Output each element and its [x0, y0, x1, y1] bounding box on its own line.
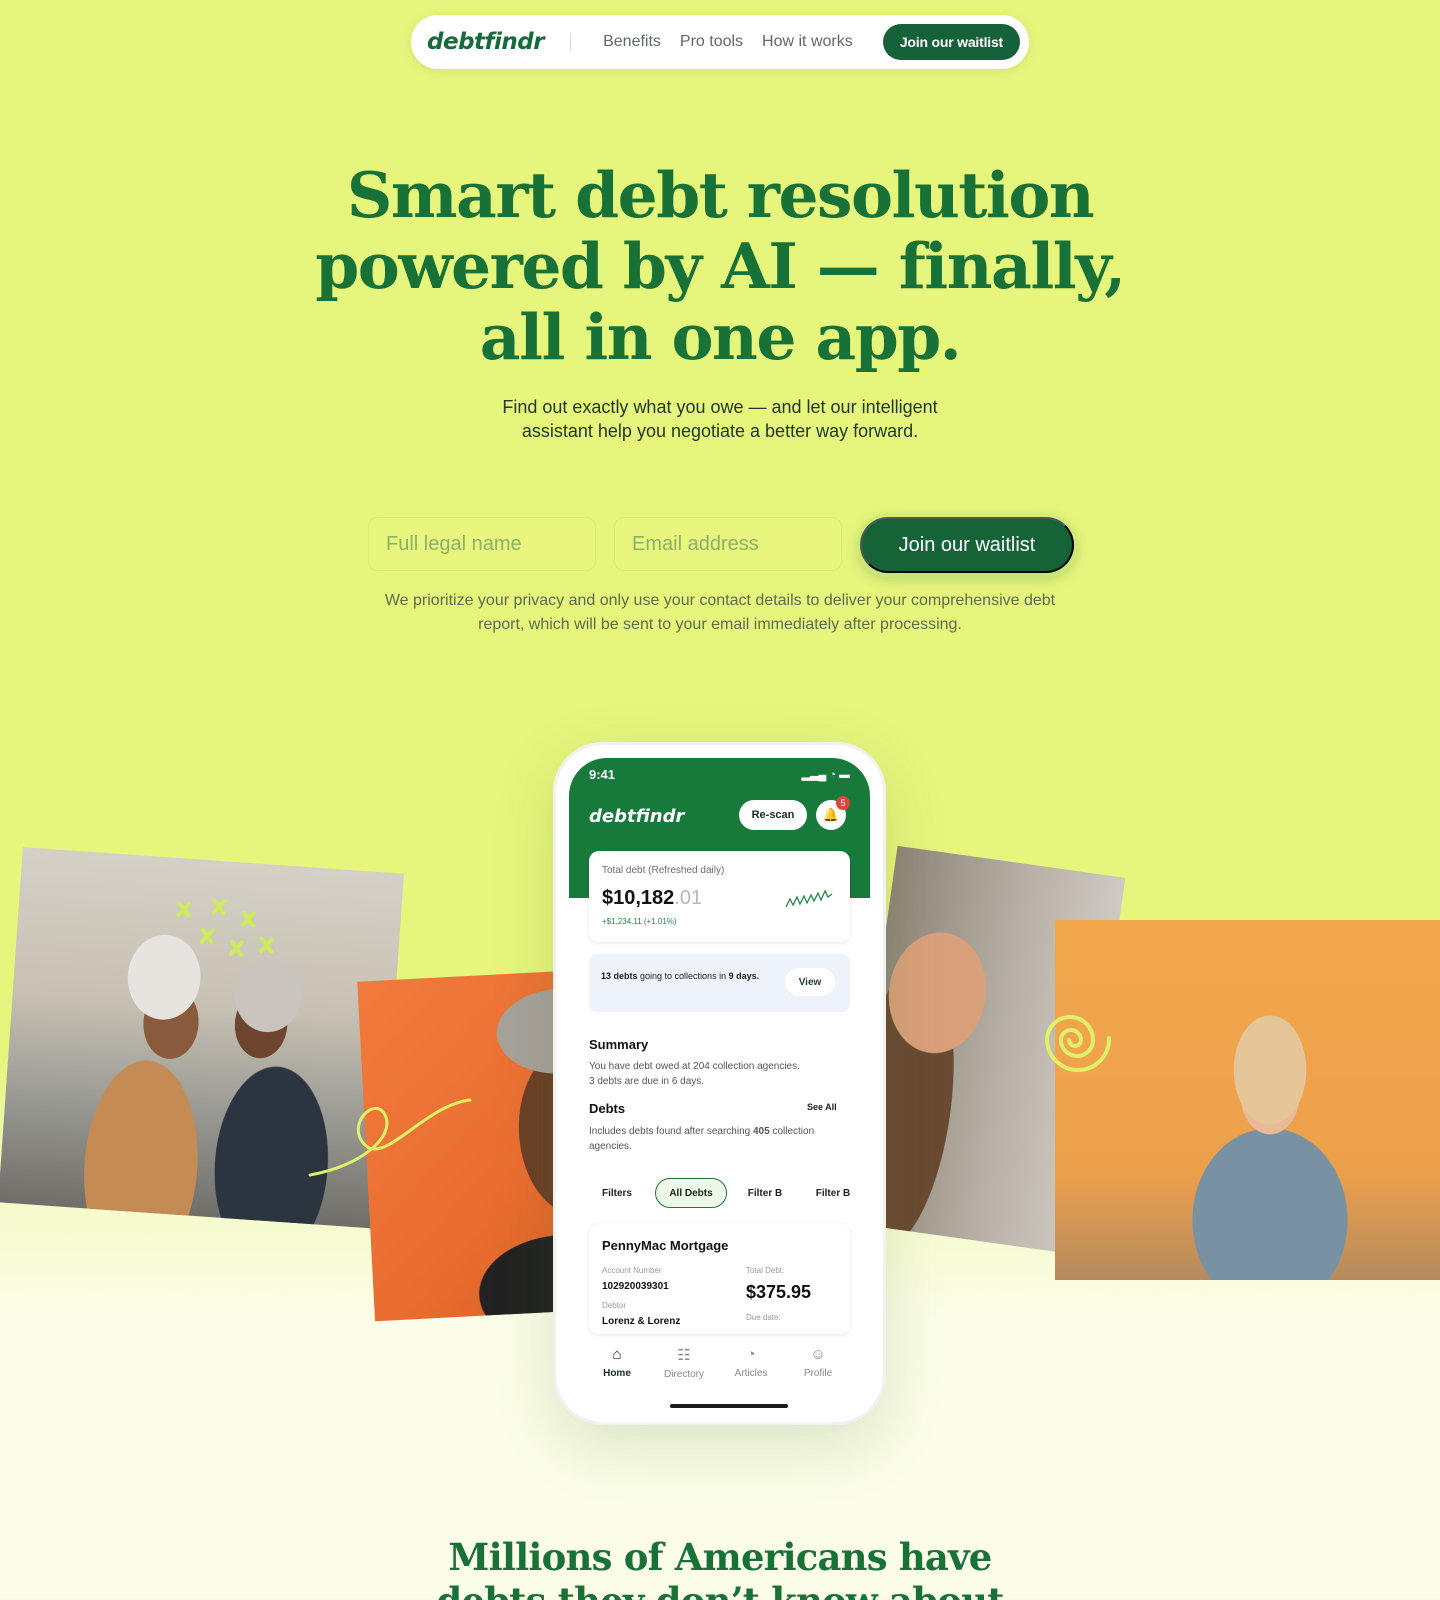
hero-subtitle: Find out exactly what you owe — and let … — [420, 395, 1020, 443]
nav-link-pro-tools[interactable]: Pro tools — [680, 33, 743, 51]
sparkline-icon — [785, 889, 833, 908]
privacy-note: We prioritize your privacy and only use … — [360, 589, 1080, 637]
app-logo: debtfindr — [589, 806, 685, 827]
rescan-button[interactable]: Re-scan — [739, 800, 807, 830]
section-title-line: Millions of Americans have — [448, 1535, 992, 1579]
phone-screen: 9:41 ▂▃▄ ◔ ▬ debtfindr Re-scan 🔔 5 Total… — [569, 758, 870, 1409]
privacy-note-line: We prioritize your privacy and only use … — [384, 592, 1056, 609]
account-number: 102920039301 — [602, 1281, 669, 1292]
tab-label: Articles — [734, 1368, 768, 1379]
debts-text-num: 405 — [753, 1126, 770, 1137]
total-debt-amount: $10,182.01 — [602, 887, 702, 910]
status-time: 9:41 — [589, 767, 616, 782]
nav-link-how-it-works[interactable]: How it works — [762, 33, 853, 51]
total-debt-label: Total debt (Refreshed daily) — [602, 865, 725, 876]
tab-label: Home — [603, 1368, 631, 1379]
join-waitlist-button[interactable]: Join our waitlist — [860, 517, 1074, 573]
hero-title: Smart debt resolution powered by AI — fi… — [270, 160, 1170, 373]
mortgage-name: PennyMac Mortgage — [602, 1238, 729, 1253]
nav-link-benefits[interactable]: Benefits — [603, 33, 661, 51]
total-debt-change: +$1,234.11 (+1.01%) — [602, 917, 677, 926]
person-icon: ☺ — [810, 1346, 826, 1363]
alert-days: 9 days. — [728, 971, 760, 981]
debtor-label: Debtor — [602, 1301, 627, 1310]
hero-title-line: Smart debt resolution — [346, 158, 1095, 232]
debtor-name: Lorenz & Lorenz — [602, 1316, 681, 1327]
tab-label: Directory — [663, 1369, 704, 1380]
alert-bold: 13 debts — [601, 971, 638, 981]
sparkle-doodle-icon — [176, 898, 275, 957]
tab-home[interactable]: ⌂ Home — [587, 1346, 647, 1379]
pie-icon: ◔ — [746, 1346, 756, 1363]
filters-chip[interactable]: Filters — [589, 1178, 645, 1208]
summary-title: Summary — [589, 1037, 649, 1052]
debts-text-pre: Includes debts found after searching — [589, 1126, 753, 1137]
debts-text: Includes debts found after searching 405… — [589, 1124, 849, 1154]
filter-b-chip[interactable]: Filter B — [737, 1178, 793, 1208]
filter-b-chip-2[interactable]: Filter B — [803, 1178, 863, 1208]
nav-divider — [570, 33, 572, 51]
total-debt-cents: .01 — [674, 887, 703, 909]
photo-woman-with-phone — [1055, 920, 1440, 1280]
full-name-input[interactable]: Full legal name — [368, 517, 596, 571]
due-date-label: Due date: — [746, 1313, 781, 1322]
photo-elderly-couple — [0, 847, 404, 1229]
status-bar-icon: ▂▃▄ ◔ ▬ — [801, 769, 850, 781]
summary-line: 3 debts are due in 6 days. — [589, 1076, 705, 1087]
home-indicator — [670, 1404, 788, 1408]
hero-subtitle-line: Find out exactly what you owe — and let … — [502, 397, 938, 417]
debts-title: Debts — [589, 1101, 626, 1116]
collections-alert: 13 debts going to collections in 9 days.… — [589, 954, 850, 1012]
mortgage-card[interactable]: PennyMac Mortgage Account Number 1029200… — [589, 1224, 850, 1334]
mortgage-total: $375.95 — [746, 1282, 812, 1302]
total-debt-dollars: $10,182 — [602, 887, 675, 909]
account-number-label: Account Number — [602, 1266, 662, 1275]
tab-bar: ⌂ Home ☷ Directory ◔ Articles ☺ Profile — [569, 1338, 870, 1409]
hero-title-line: powered by AI — finally, — [315, 229, 1126, 303]
tab-directory[interactable]: ☷ Directory — [654, 1346, 714, 1380]
all-debts-chip[interactable]: All Debts — [655, 1178, 727, 1208]
collections-alert-text: 13 debts going to collections in 9 days. — [601, 970, 761, 983]
section-title: Millions of Americans have debts they do… — [370, 1535, 1070, 1600]
tab-profile[interactable]: ☺ Profile — [788, 1346, 848, 1379]
tab-label: Profile — [803, 1368, 833, 1379]
top-nav: debtfindr Benefits Pro tools How it work… — [411, 15, 1029, 69]
home-icon: ⌂ — [612, 1346, 622, 1363]
alert-mid: going to collections in — [637, 971, 729, 981]
see-all-link[interactable]: See All — [807, 1102, 837, 1112]
summary-line: You have debt owed at 204 collection age… — [589, 1061, 800, 1072]
phone-mockup: 9:41 ▂▃▄ ◔ ▬ debtfindr Re-scan 🔔 5 Total… — [553, 742, 886, 1425]
summary-text: You have debt owed at 204 collection age… — [589, 1059, 849, 1089]
logo[interactable]: debtfindr — [427, 29, 545, 55]
hero-subtitle-line: assistant help you negotiate a better wa… — [521, 421, 919, 441]
section-title-line: debts they don’t know about — [436, 1579, 1004, 1600]
nav-join-waitlist-button[interactable]: Join our waitlist — [882, 24, 1020, 60]
view-button[interactable]: View — [785, 968, 835, 996]
total-debt-card[interactable]: Total debt (Refreshed daily) $10,182.01 … — [589, 851, 850, 942]
notification-badge: 5 — [836, 796, 850, 810]
email-input[interactable]: Email address — [614, 517, 842, 571]
privacy-note-line: report, which will be sent to your email… — [478, 616, 962, 633]
hero-title-line: all in one app. — [479, 300, 962, 374]
total-debt-label-small: Total Debt: — [746, 1266, 785, 1275]
building-icon: ☷ — [677, 1347, 691, 1364]
tab-articles[interactable]: ◔ Articles — [721, 1346, 781, 1379]
